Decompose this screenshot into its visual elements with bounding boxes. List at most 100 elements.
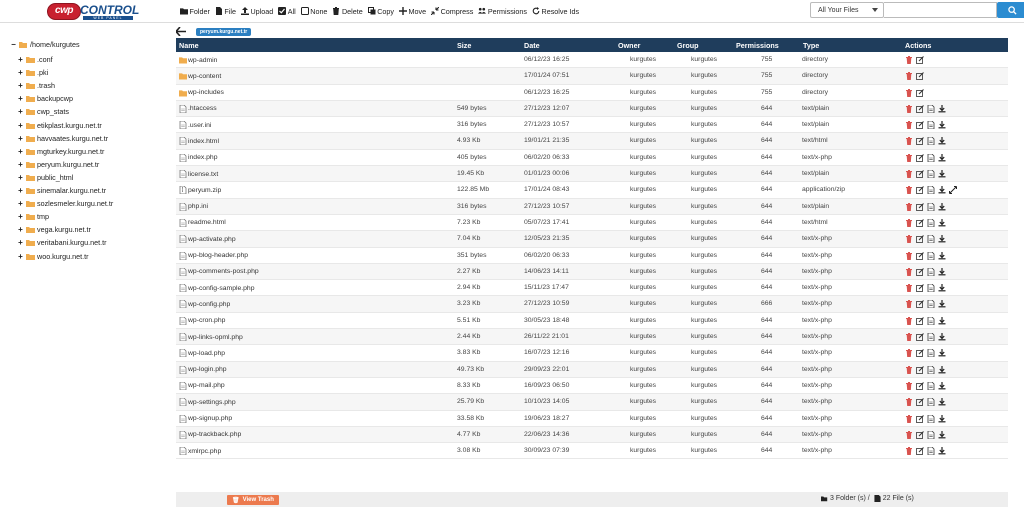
- download-icon[interactable]: [938, 235, 946, 243]
- table-row[interactable]: index.html 4.93 Kb 19/01/21 21:35 kurgutes k…: [176, 133, 1008, 150]
- edit-file-icon[interactable]: [927, 267, 935, 276]
- toolbar-none-button[interactable]: None: [300, 7, 327, 16]
- file-permissions[interactable]: 644: [761, 284, 772, 291]
- delete-icon[interactable]: [905, 316, 913, 325]
- edit-file-icon[interactable]: [927, 381, 935, 390]
- rename-icon[interactable]: [916, 235, 924, 244]
- tree-item[interactable]: + woo.kurgu.net.tr: [17, 252, 88, 261]
- rename-icon[interactable]: [916, 105, 924, 113]
- download-icon[interactable]: [938, 251, 946, 260]
- rename-icon[interactable]: [916, 170, 924, 178]
- collapse-icon[interactable]: −: [10, 41, 17, 49]
- rename-icon[interactable]: [916, 333, 924, 341]
- delete-icon[interactable]: [905, 381, 913, 390]
- file-name-cell[interactable]: wp-signup.php: [179, 414, 232, 423]
- table-row[interactable]: wp-blog-header.php 351 bytes 06/02/20 06:3…: [176, 248, 1008, 264]
- edit-file-icon[interactable]: [927, 284, 935, 293]
- expand-icon[interactable]: +: [17, 134, 24, 142]
- table-row[interactable]: wp-links-opml.php 2.44 Kb 26/11/22 21:01 ku…: [176, 329, 1008, 346]
- delete-icon[interactable]: [905, 284, 913, 293]
- file-permissions[interactable]: 644: [761, 431, 772, 438]
- tree-item[interactable]: + veritabani.kurgu.net.tr: [17, 238, 106, 247]
- delete-icon[interactable]: [905, 235, 913, 244]
- file-permissions[interactable]: 644: [761, 317, 772, 324]
- edit-file-icon[interactable]: [927, 235, 935, 244]
- download-icon[interactable]: [938, 333, 946, 341]
- col-permissions[interactable]: Permissions: [736, 41, 779, 50]
- rename-icon[interactable]: [916, 284, 924, 293]
- toolbar-folder-button[interactable]: Folder: [180, 7, 210, 16]
- toolbar-move-button[interactable]: Move: [399, 7, 426, 16]
- edit-file-icon[interactable]: [927, 316, 935, 325]
- table-row[interactable]: wp-settings.php 25.79 Kb 10/10/23 14:05 kur…: [176, 394, 1008, 411]
- table-row[interactable]: wp-content 17/01/24 07:51 kurgutes kurgutes…: [176, 68, 1008, 85]
- edit-file-icon[interactable]: [927, 170, 935, 179]
- file-permissions[interactable]: 644: [761, 333, 772, 340]
- edit-file-icon[interactable]: [927, 333, 935, 342]
- download-icon[interactable]: [938, 170, 946, 178]
- cwp-logo[interactable]: cwp CONTROL WEB PANEL: [47, 3, 139, 20]
- tree-item[interactable]: + tmp: [17, 212, 49, 221]
- col-date[interactable]: Date: [524, 41, 540, 50]
- edit-file-icon[interactable]: [927, 414, 935, 423]
- download-icon[interactable]: [938, 381, 946, 390]
- tree-item[interactable]: + sozlesmeler.kurgu.net.tr: [17, 199, 113, 208]
- file-name-cell[interactable]: wp-admin: [179, 56, 217, 64]
- download-icon[interactable]: [938, 218, 946, 227]
- file-permissions[interactable]: 644: [761, 121, 772, 128]
- table-row[interactable]: xmlrpc.php 3.08 Kb 30/09/23 07:39 kurgutes k…: [176, 443, 1008, 460]
- table-row[interactable]: wp-load.php 3.83 Kb 16/07/23 12:16 kurgutes…: [176, 345, 1008, 362]
- file-name-cell[interactable]: readme.html: [179, 218, 226, 227]
- expand-icon[interactable]: +: [17, 226, 24, 234]
- current-path-chip[interactable]: peryum.kurgu.net.tr: [196, 27, 252, 36]
- toolbar-all-button[interactable]: All: [278, 7, 296, 16]
- table-row[interactable]: wp-activate.php 7.04 Kb 12/05/23 21:35 kurg…: [176, 231, 1008, 248]
- file-permissions[interactable]: 644: [761, 447, 772, 454]
- tree-item[interactable]: + .trash: [17, 81, 55, 90]
- table-row[interactable]: wp-mail.php 8.33 Kb 16/09/23 06:50 kurgutes…: [176, 378, 1008, 395]
- edit-file-icon[interactable]: [927, 153, 935, 162]
- download-icon[interactable]: [938, 153, 946, 162]
- table-row[interactable]: wp-config.php 3.23 Kb 27/12/23 10:59 kurgut…: [176, 296, 1008, 313]
- delete-icon[interactable]: [905, 349, 913, 358]
- file-permissions[interactable]: 644: [761, 170, 772, 177]
- download-icon[interactable]: [938, 202, 946, 211]
- download-icon[interactable]: [938, 398, 946, 406]
- toolbar-file-button[interactable]: File: [215, 7, 236, 16]
- download-icon[interactable]: [938, 104, 946, 113]
- tree-item[interactable]: + sinemalar.kurgu.net.tr: [17, 186, 106, 195]
- file-name-cell[interactable]: wp-login.php: [179, 365, 227, 374]
- tree-item[interactable]: + public_html: [17, 173, 73, 182]
- tree-root[interactable]: − /home/kurgutes: [10, 40, 79, 49]
- expand-icon[interactable]: +: [17, 160, 24, 168]
- expand-icon[interactable]: +: [17, 213, 24, 221]
- download-icon[interactable]: [938, 267, 946, 276]
- rename-icon[interactable]: [916, 447, 924, 456]
- file-permissions[interactable]: 644: [761, 154, 772, 161]
- file-name-cell[interactable]: wp-blog-header.php: [179, 251, 248, 260]
- table-row[interactable]: wp-admin 06/12/23 16:25 kurgutes kurgutes 75…: [176, 52, 1008, 69]
- search-input[interactable]: [884, 2, 997, 18]
- delete-icon[interactable]: [905, 202, 913, 211]
- expand-icon[interactable]: +: [17, 95, 24, 103]
- edit-file-icon[interactable]: [927, 218, 935, 227]
- download-icon[interactable]: [938, 447, 946, 455]
- file-name-cell[interactable]: wp-comments-post.php: [179, 267, 259, 276]
- file-name-cell[interactable]: wp-settings.php: [179, 398, 236, 407]
- delete-icon[interactable]: [905, 56, 913, 64]
- delete-icon[interactable]: [905, 88, 913, 97]
- rename-icon[interactable]: [916, 186, 924, 195]
- rename-icon[interactable]: [916, 430, 924, 439]
- toolbar-delete-button[interactable]: Delete: [332, 7, 363, 16]
- delete-icon[interactable]: [905, 365, 913, 374]
- rename-icon[interactable]: [916, 382, 924, 390]
- tree-item[interactable]: + mgturkey.kurgu.net.tr: [17, 147, 104, 156]
- rename-icon[interactable]: [916, 219, 924, 227]
- table-row[interactable]: peryum.zip 122.85 Mb 17/01/24 08:43 kurgute…: [176, 182, 1008, 199]
- expand-icon[interactable]: +: [17, 239, 24, 247]
- expand-icon[interactable]: +: [17, 252, 24, 260]
- file-permissions[interactable]: 644: [761, 382, 772, 389]
- edit-file-icon[interactable]: [927, 137, 935, 146]
- rename-icon[interactable]: [916, 202, 924, 211]
- file-name-cell[interactable]: wp-content: [179, 72, 221, 80]
